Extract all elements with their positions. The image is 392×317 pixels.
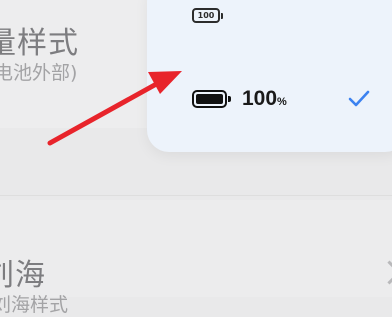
annotation-arrow-icon: [47, 71, 182, 146]
